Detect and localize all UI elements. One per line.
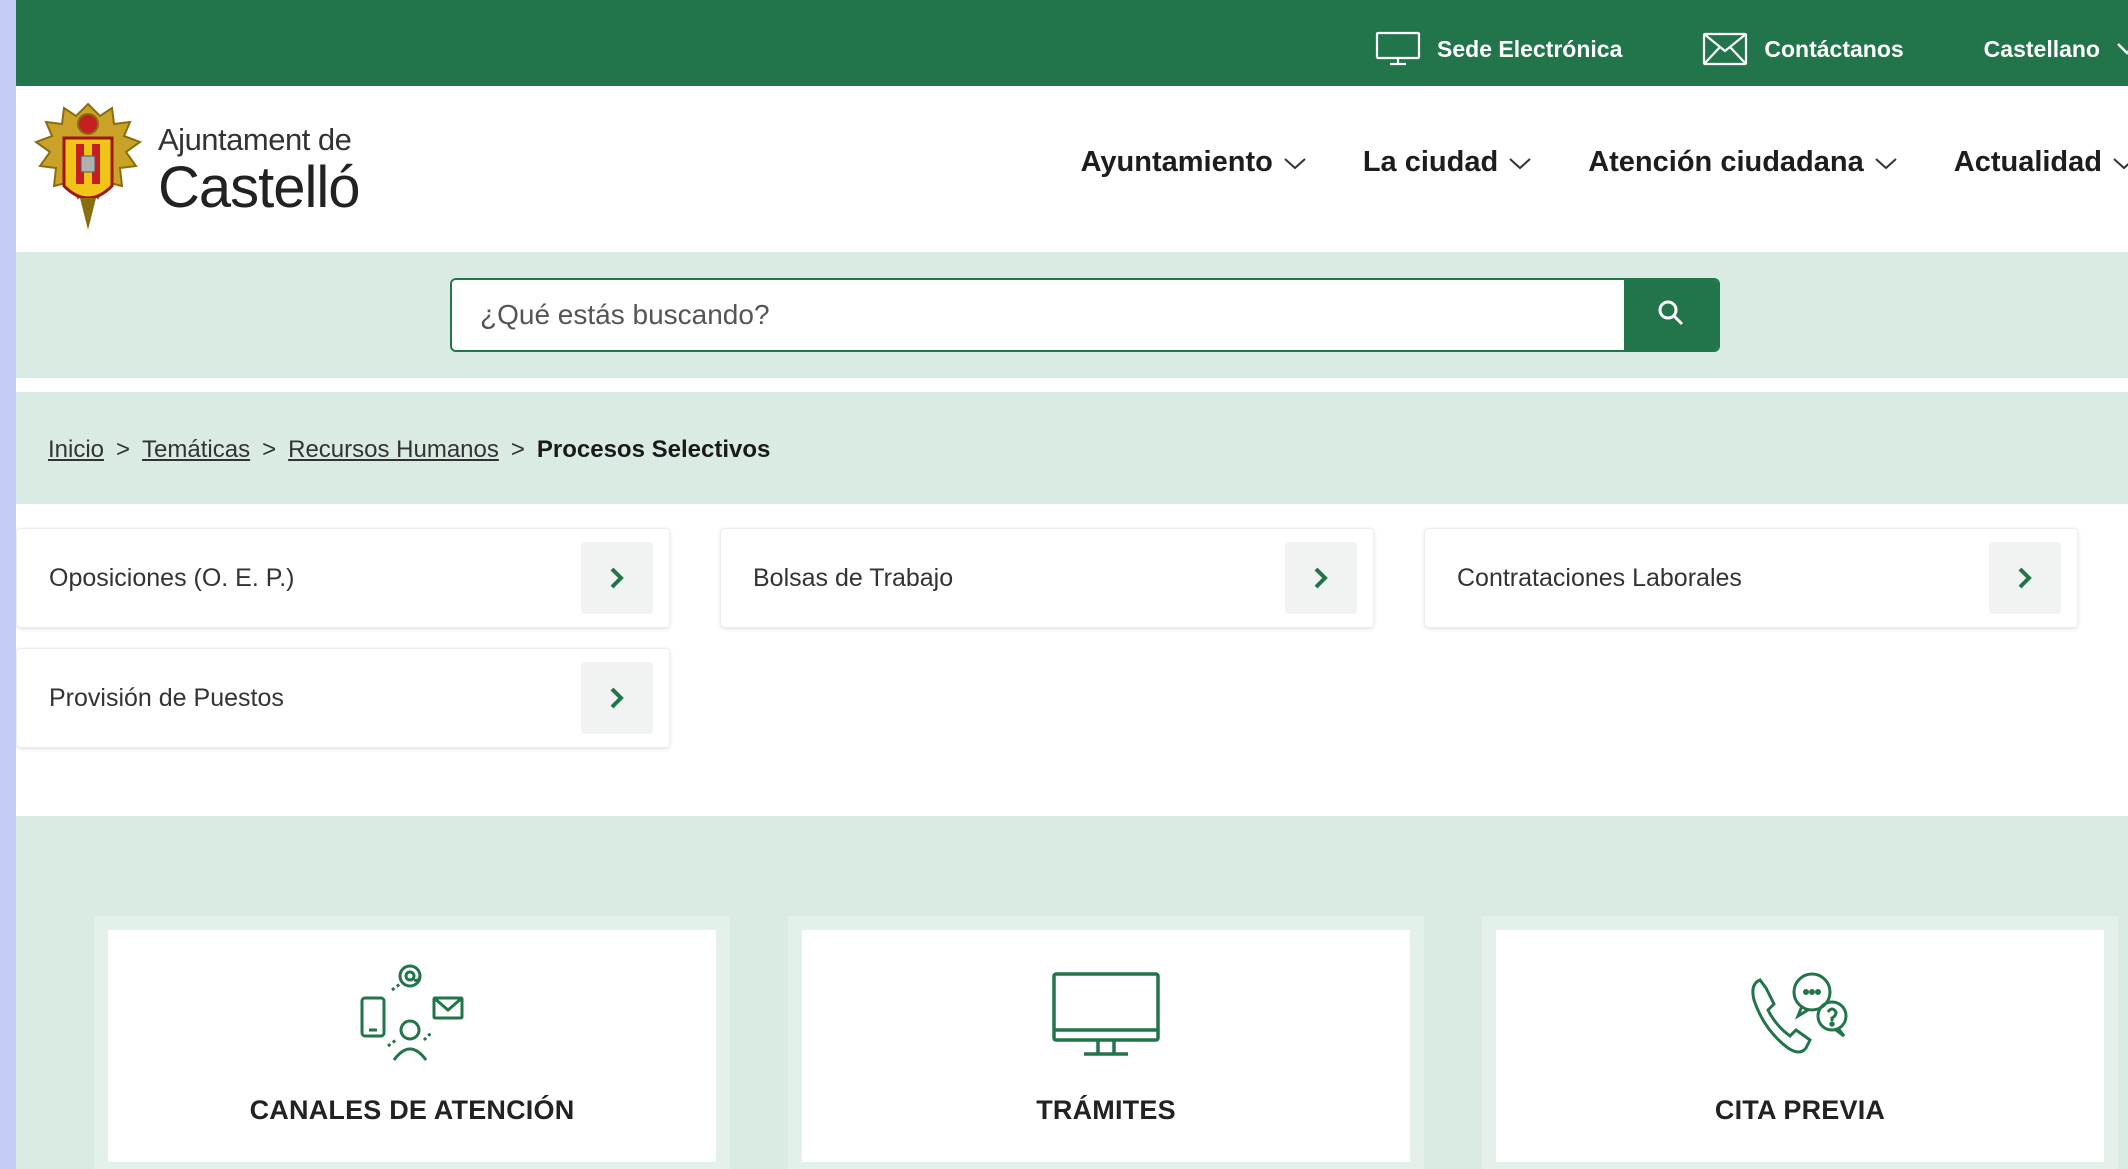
phone-chat-icon (1740, 960, 1860, 1075)
search-button[interactable] (1624, 280, 1718, 350)
breadcrumb-tematicas[interactable]: Temáticas (142, 436, 250, 464)
envelope-icon (1702, 32, 1748, 66)
chevron-down-icon (1508, 146, 1532, 179)
site-logo[interactable]: Ajuntament de Castelló (28, 98, 361, 243)
chevron-down-icon (2112, 146, 2128, 179)
nav-label: Ayuntamiento (1080, 146, 1273, 178)
nav-ayuntamiento[interactable]: Ayuntamiento (1081, 146, 1307, 179)
breadcrumb-current: Procesos Selectivos (536, 436, 771, 463)
card-label: Provisión de Puestos (49, 683, 284, 712)
service-cita-previa[interactable]: CITA PREVIA (1482, 916, 2118, 1169)
contact-link[interactable]: Contáctanos (1702, 32, 1904, 66)
contact-label: Contáctanos (1764, 35, 1904, 62)
page: Sede Electrónica Contáctanos Castellano (16, 0, 2128, 1169)
breadcrumb-band: Inicio > Temáticas > Recursos Humanos > … (16, 392, 2128, 504)
nav-la-ciudad[interactable]: La ciudad (1363, 146, 1532, 179)
language-selector[interactable]: Castellano (1984, 36, 2128, 63)
card-provision-de-puestos[interactable]: Provisión de Puestos (16, 648, 670, 748)
main-nav: Ayuntamiento La ciudad Atención ciudadan… (1081, 146, 2128, 179)
service-label: CITA PREVIA (1714, 1095, 1886, 1125)
breadcrumb-recursos-humanos[interactable]: Recursos Humanos (288, 436, 499, 464)
breadcrumb-inicio[interactable]: Inicio (48, 436, 104, 464)
service-tramites[interactable]: TRÁMITES (788, 916, 1424, 1169)
nav-atencion-ciudadana[interactable]: Atención ciudadana (1588, 146, 1898, 179)
contact-channels-icon (352, 960, 472, 1075)
section-divider (16, 378, 2128, 392)
coat-of-arms-icon (28, 98, 148, 243)
breadcrumb-separator: > (116, 436, 131, 463)
card-bolsas-de-trabajo[interactable]: Bolsas de Trabajo (720, 528, 1374, 628)
card-contrataciones-laborales[interactable]: Contrataciones Laborales (1424, 528, 2078, 628)
logo-line-1: Ajuntament de (158, 122, 352, 157)
chevron-right-icon (581, 542, 653, 614)
sede-electronica-link[interactable]: Sede Electrónica (1375, 31, 1622, 67)
sede-electronica-label: Sede Electrónica (1437, 35, 1623, 62)
search-box (450, 278, 1720, 352)
chevron-right-icon (1285, 542, 1357, 614)
search-input[interactable] (452, 280, 1624, 350)
nav-label: La ciudad (1362, 146, 1499, 178)
nav-label: Atención ciudadana (1588, 146, 1864, 178)
nav-actualidad[interactable]: Actualidad (1954, 146, 2128, 179)
search-icon (1656, 298, 1686, 333)
chevron-down-icon (1874, 146, 1898, 179)
search-band (16, 252, 2128, 378)
top-strip (16, 0, 2128, 12)
chevron-right-icon (1989, 542, 2061, 614)
chevron-down-icon (2116, 42, 2128, 56)
monitor-icon (1375, 31, 1421, 67)
card-label: Contrataciones Laborales (1457, 563, 1742, 592)
cards-area: Oposiciones (O. E. P.) Bolsas de Trabajo… (16, 504, 2128, 816)
service-label: CANALES DE ATENCIÓN (249, 1095, 575, 1125)
monitor-icon (1046, 960, 1166, 1075)
service-label: TRÁMITES (1036, 1095, 1176, 1125)
card-label: Oposiciones (O. E. P.) (49, 563, 295, 592)
card-oposiciones[interactable]: Oposiciones (O. E. P.) (16, 528, 670, 628)
breadcrumb-separator: > (510, 436, 525, 463)
services-band: CANALES DE ATENCIÓN TRÁMITES CITA PREVIA (16, 816, 2128, 1169)
card-label: Bolsas de Trabajo (753, 563, 954, 592)
site-header: Ajuntament de Castelló Ayuntamiento La c… (16, 86, 2128, 252)
service-canales-de-atencion[interactable]: CANALES DE ATENCIÓN (94, 916, 730, 1169)
nav-label: Actualidad (1953, 146, 2102, 178)
chevron-right-icon (581, 662, 653, 734)
breadcrumb-separator: > (262, 436, 277, 463)
utility-bar: Sede Electrónica Contáctanos Castellano (16, 12, 2128, 86)
breadcrumb: Inicio > Temáticas > Recursos Humanos > … (48, 436, 770, 464)
chevron-down-icon (1283, 146, 1307, 179)
language-label: Castellano (1983, 35, 2100, 62)
logo-line-2: Castelló (158, 155, 361, 220)
